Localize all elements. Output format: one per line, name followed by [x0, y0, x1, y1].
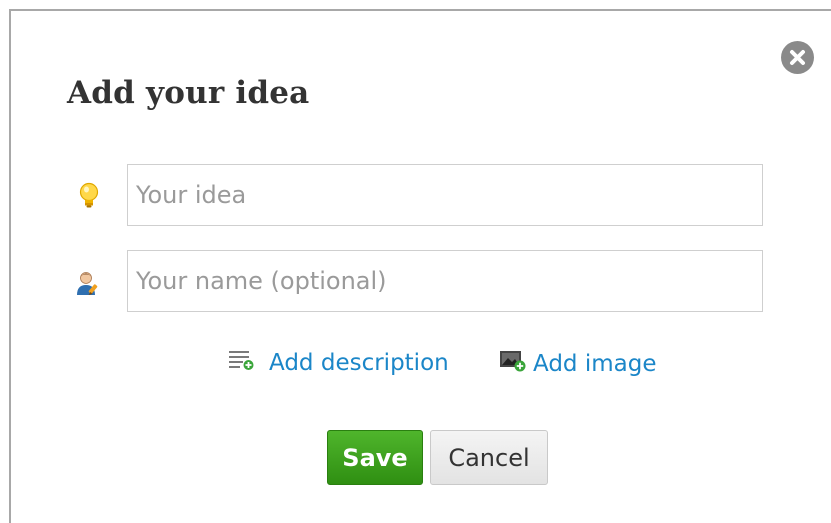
add-description-label: Add description [269, 350, 449, 376]
add-image-link[interactable]: Add image [499, 349, 656, 379]
lightbulb-icon [77, 182, 101, 210]
add-idea-dialog: Add your idea Your idea Your name (optio… [9, 9, 831, 523]
add-image-icon [499, 349, 527, 379]
cancel-button[interactable]: Cancel [430, 430, 548, 485]
add-description-link[interactable]: Add description [229, 349, 449, 377]
name-input[interactable] [127, 250, 763, 312]
save-button[interactable]: Save [327, 430, 423, 485]
idea-input[interactable] [127, 164, 763, 226]
add-lines-icon [229, 349, 255, 377]
close-icon[interactable] [781, 41, 814, 74]
dialog-title: Add your idea [67, 75, 310, 111]
add-image-label: Add image [533, 351, 657, 377]
user-pencil-icon [75, 270, 99, 298]
